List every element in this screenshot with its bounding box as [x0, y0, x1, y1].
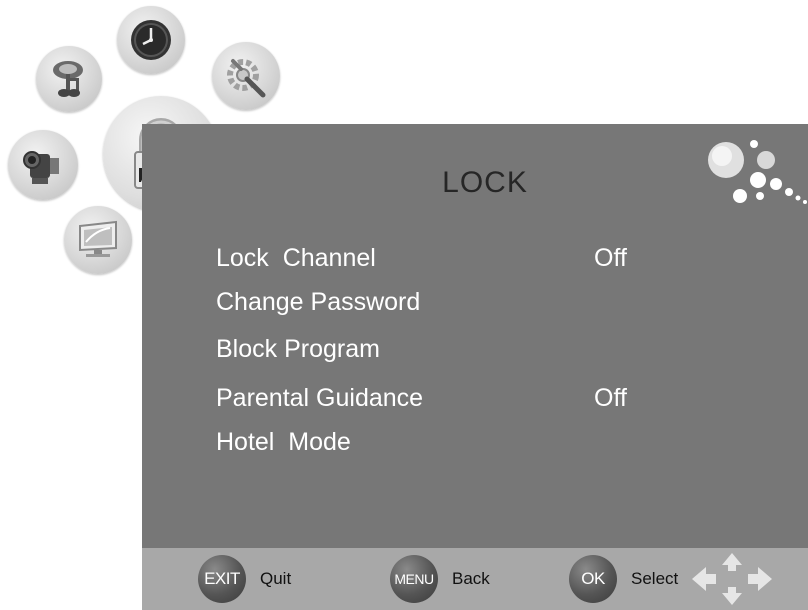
camcorder-icon: [23, 151, 59, 184]
menu-item-label: Change Password: [216, 287, 421, 316]
directional-arrows-icon: [692, 553, 772, 605]
menu-hint-label: Back: [452, 569, 490, 588]
menu-item-lock-channel[interactable]: Lock Channel Off: [216, 240, 776, 276]
category-time[interactable]: [117, 6, 185, 74]
menu-item-label: Block Program: [216, 334, 380, 363]
category-media[interactable]: [8, 130, 78, 200]
key-hint-bar: EXIT Quit MENU Back OK Select: [142, 548, 808, 610]
menu-hint[interactable]: MENU Back: [390, 555, 490, 603]
category-setup[interactable]: [212, 42, 280, 110]
menu-item-hotel-mode[interactable]: Hotel Mode: [216, 424, 776, 460]
exit-hint[interactable]: EXIT Quit: [198, 555, 291, 603]
menu-key-badge: MENU: [390, 555, 438, 603]
settings-tools-icon: [227, 59, 266, 98]
menu-item-change-password[interactable]: Change Password: [216, 284, 776, 320]
menu-item-block-program[interactable]: Block Program: [216, 331, 776, 367]
menu-item-value: Off: [594, 243, 627, 272]
menu-item-label: Hotel Mode: [216, 427, 351, 456]
category-music[interactable]: [36, 46, 102, 112]
ok-hint[interactable]: OK Select: [569, 555, 678, 603]
menu-item-label: Lock Channel: [216, 243, 376, 272]
menu-item-value: Off: [594, 383, 627, 412]
menu-item-label: Parental Guidance: [216, 383, 424, 412]
category-picture[interactable]: [64, 206, 132, 274]
music-note-icon: [53, 61, 83, 97]
menu-item-parental-guidance[interactable]: Parental Guidance Off: [216, 380, 776, 416]
ok-hint-label: Select: [631, 569, 679, 588]
ok-key-badge: OK: [569, 555, 617, 603]
monitor-icon: [79, 220, 117, 257]
clock-icon: [131, 20, 171, 60]
bubble-dots-icon: [708, 140, 807, 204]
exit-hint-label: Quit: [260, 569, 292, 588]
exit-key-badge: EXIT: [198, 555, 246, 603]
